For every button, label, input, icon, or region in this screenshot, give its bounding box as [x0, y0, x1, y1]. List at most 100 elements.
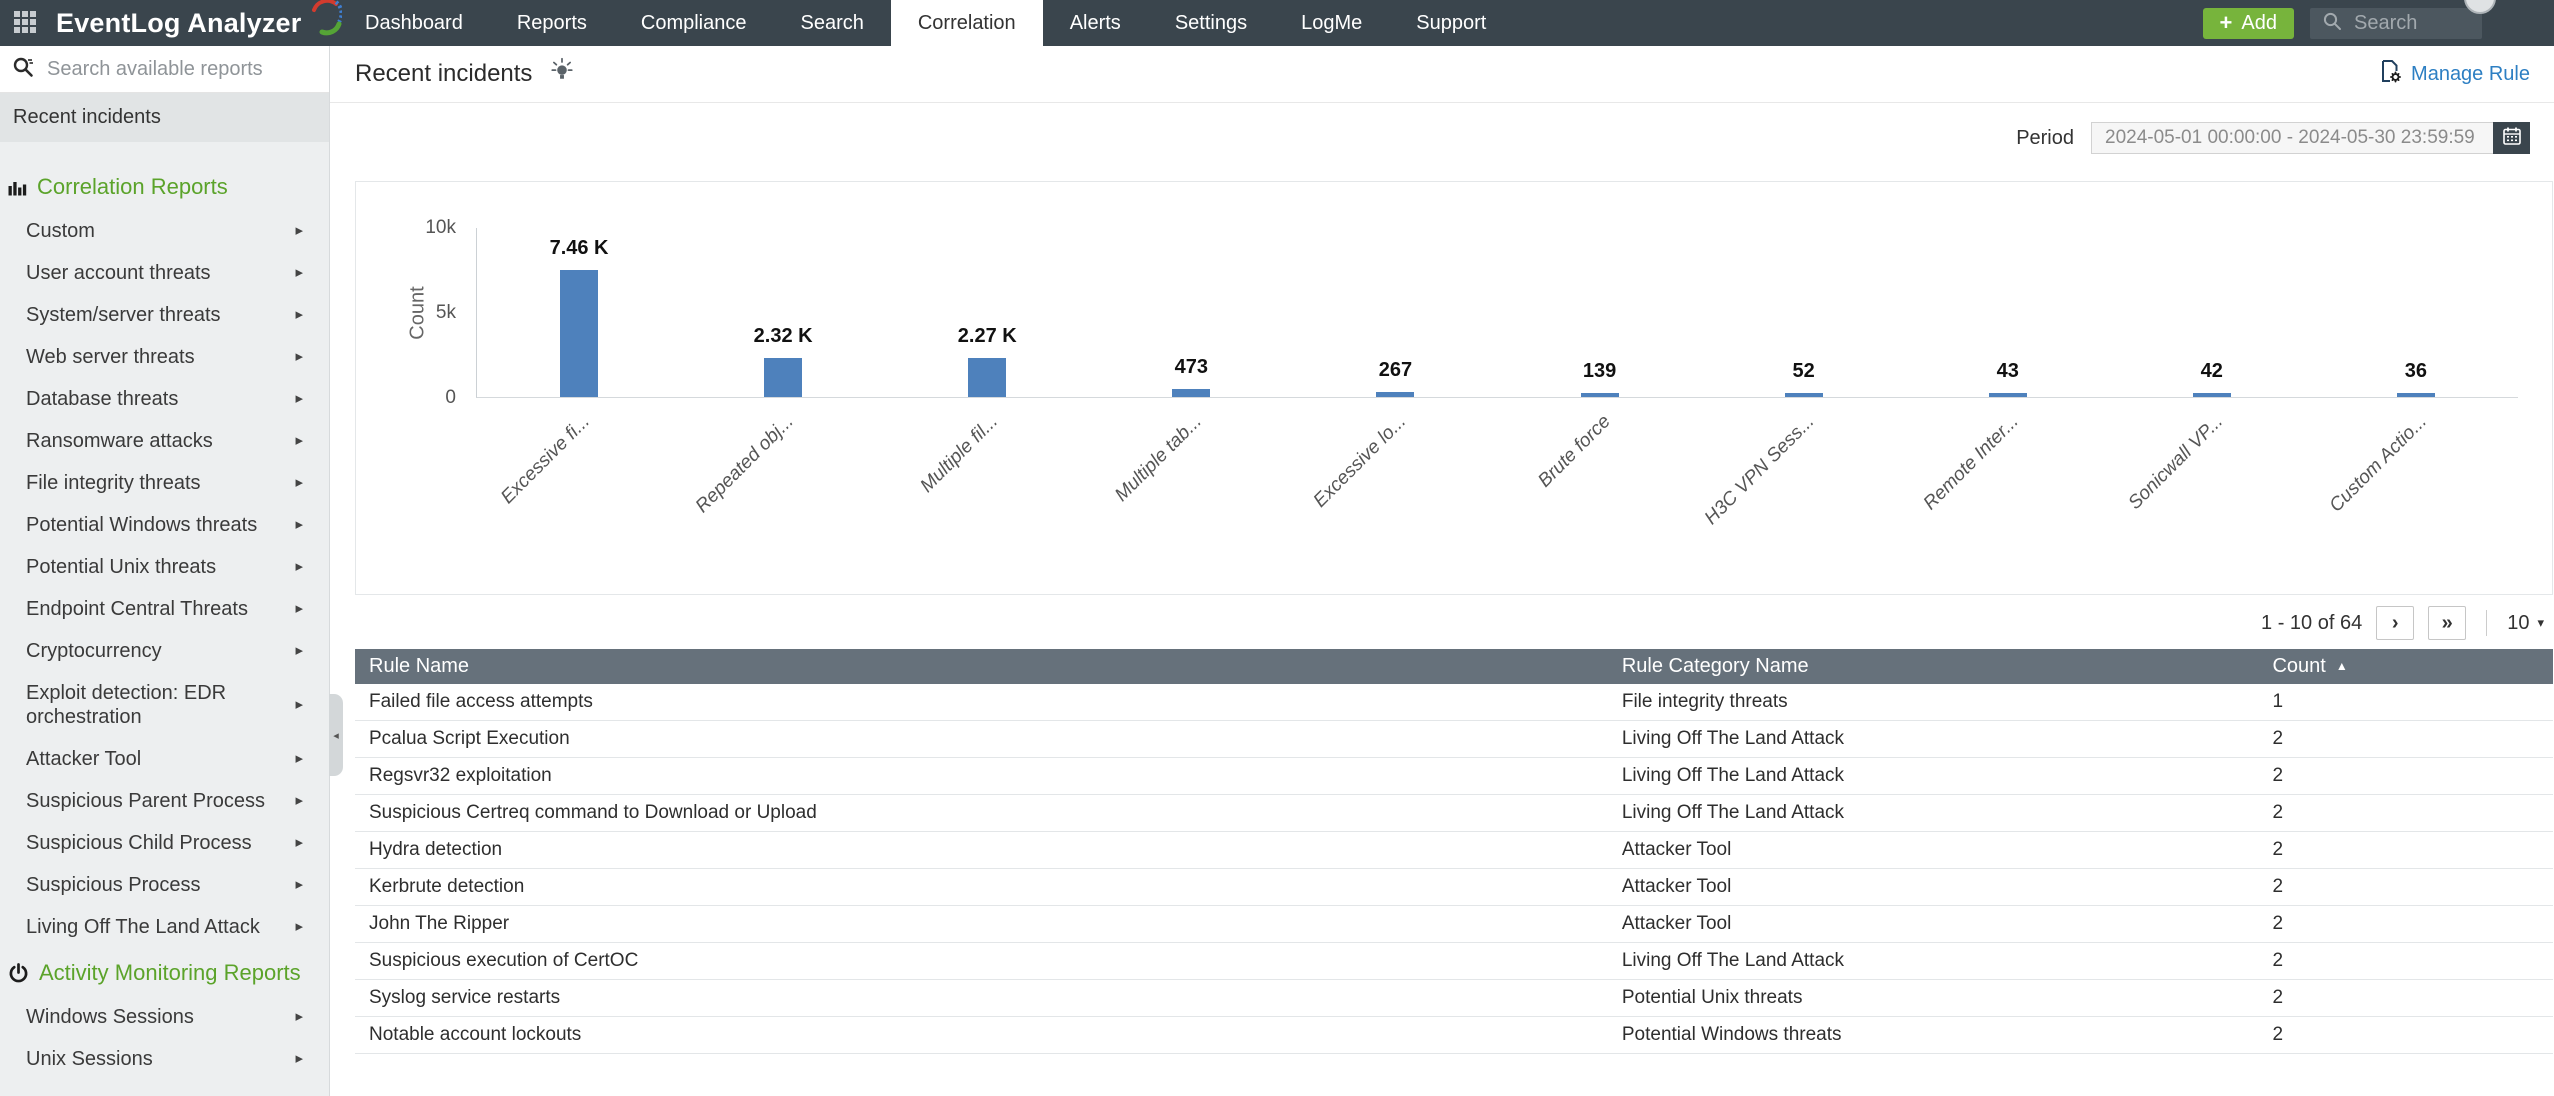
sidebar-item-suspicious-child-process[interactable]: Suspicious Child Process▸: [0, 822, 329, 864]
table-row[interactable]: Suspicious Certreq command to Download o…: [355, 795, 2553, 832]
chart-bar[interactable]: [764, 358, 802, 397]
sidebar-item-web-server-threats[interactable]: Web server threats▸: [0, 336, 329, 378]
sidebar-item-label: Suspicious Parent Process: [26, 790, 265, 812]
rule-category-cell: Potential Unix threats: [1608, 987, 2259, 1009]
next-page-button[interactable]: ›: [2376, 606, 2414, 640]
rule-name-cell: Failed file access attempts: [355, 691, 1608, 713]
chart-bar[interactable]: [968, 358, 1006, 397]
sidebar-item-cryptocurrency[interactable]: Cryptocurrency▸: [0, 630, 329, 672]
period-input[interactable]: [2091, 122, 2493, 154]
chart-bar[interactable]: [560, 270, 598, 397]
manage-rule-label: Manage Rule: [2411, 63, 2530, 86]
idea-icon[interactable]: [549, 56, 575, 87]
tab-alerts[interactable]: Alerts: [1043, 0, 1148, 46]
sidebar-sections: Correlation ReportsCustom▸User account t…: [0, 142, 329, 1080]
add-button[interactable]: + Add: [2203, 8, 2294, 39]
sidebar-item-endpoint-central-threats[interactable]: Endpoint Central Threats▸: [0, 588, 329, 630]
tab-search[interactable]: Search: [773, 0, 890, 46]
count-cell: 2: [2258, 913, 2553, 935]
chevron-right-icon: ▸: [295, 471, 303, 495]
column-header-rule-name[interactable]: Rule Name: [355, 655, 1608, 678]
calendar-button[interactable]: [2493, 122, 2530, 154]
sidebar-item-recent-incidents[interactable]: Recent incidents: [0, 93, 329, 142]
sidebar-search-box[interactable]: [0, 46, 329, 93]
rule-category-cell: File integrity threats: [1608, 691, 2259, 713]
chevron-right-icon: ▸: [295, 597, 303, 621]
chart-bar[interactable]: [2193, 393, 2231, 397]
add-button-label: Add: [2241, 12, 2277, 35]
sidebar-collapse-handle[interactable]: ◂: [329, 694, 343, 776]
tab-dashboard[interactable]: Dashboard: [338, 0, 490, 46]
sidebar-item-label: User account threats: [26, 262, 211, 284]
page-size-dropdown[interactable]: 10 ▾: [2507, 612, 2544, 635]
sidebar-item-ransomware-attacks[interactable]: Ransomware attacks▸: [0, 420, 329, 462]
sidebar-item-file-integrity-threats[interactable]: File integrity threats▸: [0, 462, 329, 504]
collapse-left-icon: ◂: [333, 729, 339, 742]
tab-logme[interactable]: LogMe: [1274, 0, 1389, 46]
table-row[interactable]: Kerbrute detectionAttacker Tool2: [355, 869, 2553, 906]
table-row[interactable]: Notable account lockoutsPotential Window…: [355, 1017, 2553, 1054]
chevron-right-icon: ▸: [295, 831, 303, 855]
x-axis-label: Multiple tab...: [1111, 411, 1206, 506]
incidents-chart-panel: Count 10k5k0 7.46 KExcessive fi...2.32 K…: [355, 181, 2553, 595]
page-title: Recent incidents: [355, 60, 532, 88]
table-row[interactable]: Pcalua Script ExecutionLiving Off The La…: [355, 721, 2553, 758]
sidebar-item-potential-unix-threats[interactable]: Potential Unix threats▸: [0, 546, 329, 588]
table-row[interactable]: Failed file access attemptsFile integrit…: [355, 684, 2553, 721]
table-row[interactable]: Regsvr32 exploitationLiving Off The Land…: [355, 758, 2553, 795]
tab-reports[interactable]: Reports: [490, 0, 614, 46]
chart-bar[interactable]: [1581, 393, 1619, 397]
sidebar-item-attacker-tool[interactable]: Attacker Tool▸: [0, 738, 329, 780]
chevron-down-icon: ▾: [2537, 615, 2544, 631]
app-title: EventLog Analyzer: [56, 8, 301, 39]
sidebar-item-living-off-the-land-attack[interactable]: Living Off The Land Attack▸: [0, 906, 329, 948]
nav-tabs: DashboardReportsComplianceSearchCorrelat…: [338, 0, 1513, 46]
tab-compliance[interactable]: Compliance: [614, 0, 774, 46]
chart-bar-slot: 42Sonicwall VP...: [2110, 228, 2314, 397]
count-cell: 2: [2258, 839, 2553, 861]
last-page-button[interactable]: »: [2428, 606, 2466, 640]
sidebar-item-exploit-detection-edr-orchestration[interactable]: Exploit detection: EDR orchestration▸: [0, 672, 329, 738]
sidebar-item-custom[interactable]: Custom▸: [0, 210, 329, 252]
table-row[interactable]: Syslog service restartsPotential Unix th…: [355, 980, 2553, 1017]
main-header: Recent incidents: [330, 46, 2554, 103]
sidebar-item-database-threats[interactable]: Database threats▸: [0, 378, 329, 420]
global-search-box[interactable]: [2310, 8, 2482, 39]
chart-bar[interactable]: [1376, 392, 1414, 397]
x-axis-label: H3C VPN Sess...: [1701, 411, 1820, 530]
section-title: Activity Monitoring Reports: [39, 960, 301, 986]
sidebar-item-potential-windows-threats[interactable]: Potential Windows threats▸: [0, 504, 329, 546]
chart-bar[interactable]: [1785, 393, 1823, 397]
chevron-right-icon: ▸: [295, 387, 303, 411]
global-search-input[interactable]: [2352, 11, 2460, 36]
x-axis-label: Multiple fil...: [916, 411, 1002, 497]
tab-support[interactable]: Support: [1389, 0, 1513, 46]
table-row[interactable]: Hydra detectionAttacker Tool2: [355, 832, 2553, 869]
sidebar-item-suspicious-process[interactable]: Suspicious Process▸: [0, 864, 329, 906]
tab-correlation[interactable]: Correlation: [891, 0, 1043, 46]
sidebar-item-unix-sessions[interactable]: Unix Sessions▸: [0, 1038, 329, 1080]
column-header-count[interactable]: Count▲: [2258, 655, 2553, 678]
bar-value-label: 473: [1175, 356, 1208, 379]
chart-bar[interactable]: [1172, 389, 1210, 397]
chart-bar[interactable]: [2397, 393, 2435, 397]
bar-value-label: 7.46 K: [550, 237, 609, 260]
recent-incidents-label: Recent incidents: [13, 106, 161, 129]
x-axis-label: Remote Inter...: [1919, 411, 2023, 515]
sidebar-item-suspicious-parent-process[interactable]: Suspicious Parent Process▸: [0, 780, 329, 822]
manage-rule-link[interactable]: Manage Rule: [2379, 59, 2530, 89]
apps-grid-icon[interactable]: [14, 11, 36, 35]
table-row[interactable]: Suspicious execution of CertOCLiving Off…: [355, 943, 2553, 980]
rule-category-cell: Living Off The Land Attack: [1608, 765, 2259, 787]
column-header-rule-category-name[interactable]: Rule Category Name: [1608, 655, 2259, 678]
chart-bar-slot: 139Brute force: [1497, 228, 1701, 397]
sidebar-item-windows-sessions[interactable]: Windows Sessions▸: [0, 996, 329, 1038]
sidebar-item-system-server-threats[interactable]: System/server threats▸: [0, 294, 329, 336]
table-row[interactable]: John The RipperAttacker Tool2: [355, 906, 2553, 943]
rule-name-cell: Pcalua Script Execution: [355, 728, 1608, 750]
sidebar-item-user-account-threats[interactable]: User account threats▸: [0, 252, 329, 294]
tab-settings[interactable]: Settings: [1148, 0, 1274, 46]
chart-bar[interactable]: [1989, 393, 2027, 397]
y-tick-label: 5k: [388, 302, 456, 324]
sidebar-search-input[interactable]: [45, 57, 305, 82]
